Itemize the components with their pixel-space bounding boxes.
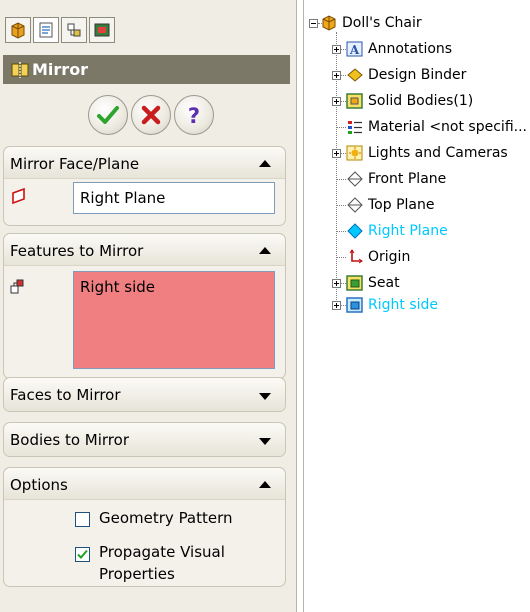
part-icon bbox=[320, 14, 338, 32]
plane-selection-icon bbox=[12, 187, 25, 205]
propagate-visual-checkbox[interactable] bbox=[75, 547, 90, 562]
mirror-feature-icon bbox=[11, 61, 29, 78]
group-features-to-mirror: Features to Mirror Right side bbox=[3, 233, 286, 379]
tree-expand-toggle[interactable] bbox=[332, 71, 341, 80]
tab-configuration-manager[interactable] bbox=[61, 17, 87, 43]
mirror-plane-value: Right Plane bbox=[80, 189, 166, 207]
features-selection-icon bbox=[10, 279, 24, 294]
collapse-arrow-icon[interactable] bbox=[259, 481, 271, 488]
features-list-box[interactable]: Right side bbox=[73, 271, 275, 369]
tree-item-lights-cameras[interactable]: Lights and Cameras bbox=[346, 142, 508, 164]
annotations-icon: A bbox=[346, 40, 364, 58]
group-header-features[interactable]: Features to Mirror bbox=[4, 234, 285, 265]
ok-icon bbox=[97, 106, 119, 124]
collapse-arrow-icon[interactable] bbox=[259, 160, 271, 167]
mirror-plane-field[interactable]: Right Plane bbox=[73, 182, 275, 214]
material-icon bbox=[346, 118, 364, 136]
extrude-icon bbox=[346, 296, 364, 314]
group-mirror-face-plane: Mirror Face/Plane Right Plane bbox=[3, 146, 286, 226]
extrude-icon bbox=[346, 274, 364, 292]
group-label: Bodies to Mirror bbox=[10, 431, 129, 449]
collapse-arrow-icon[interactable] bbox=[259, 247, 271, 254]
page-title: Mirror bbox=[32, 60, 89, 79]
group-label: Faces to Mirror bbox=[10, 386, 121, 404]
group-label: Features to Mirror bbox=[10, 242, 144, 260]
tree-item-right-plane[interactable]: Right Plane bbox=[346, 220, 448, 242]
tree-item-design-binder[interactable]: Design Binder bbox=[346, 64, 466, 86]
action-buttons: ? bbox=[0, 95, 296, 141]
group-options: Options Geometry Pattern Propagate Visua… bbox=[3, 467, 286, 587]
cancel-button[interactable] bbox=[131, 95, 171, 135]
group-header-options[interactable]: Options bbox=[4, 468, 285, 499]
tree-collapse-toggle[interactable] bbox=[309, 19, 318, 28]
geometry-pattern-checkbox[interactable] bbox=[75, 512, 90, 527]
group-header-mirror-face[interactable]: Mirror Face/Plane bbox=[4, 147, 285, 178]
tab-display-manager[interactable] bbox=[89, 17, 115, 43]
group-bodies-to-mirror: Bodies to Mirror bbox=[3, 422, 286, 457]
checkmark-icon bbox=[77, 549, 88, 559]
help-button[interactable]: ? bbox=[174, 95, 214, 135]
group-label: Mirror Face/Plane bbox=[10, 155, 140, 173]
tree-item-right-side[interactable]: Right side bbox=[346, 294, 438, 316]
tree-item-top-plane[interactable]: Top Plane bbox=[346, 194, 434, 216]
plane-icon bbox=[346, 196, 364, 214]
tree-root-label: Doll's Chair bbox=[342, 15, 422, 31]
group-label: Options bbox=[10, 476, 68, 494]
tree-item-front-plane[interactable]: Front Plane bbox=[346, 168, 446, 190]
svg-text:?: ? bbox=[188, 104, 200, 128]
expand-arrow-icon[interactable] bbox=[259, 438, 271, 445]
display-manager-icon bbox=[94, 23, 110, 37]
tree-expand-toggle[interactable] bbox=[332, 45, 341, 54]
tree-expand-toggle[interactable] bbox=[332, 301, 341, 310]
tree-expand-toggle[interactable] bbox=[332, 279, 341, 288]
group-header-bodies[interactable]: Bodies to Mirror bbox=[4, 423, 285, 456]
property-manager-title-bar: Mirror bbox=[3, 55, 290, 84]
propagate-visual-label-line2: Properties bbox=[99, 565, 175, 583]
design-binder-icon bbox=[346, 66, 364, 84]
plane-icon bbox=[346, 170, 364, 188]
group-faces-to-mirror: Faces to Mirror bbox=[3, 377, 286, 412]
tree-expand-toggle[interactable] bbox=[332, 97, 341, 106]
tree-expand-toggle[interactable] bbox=[332, 149, 341, 158]
group-header-faces[interactable]: Faces to Mirror bbox=[4, 378, 285, 411]
tab-feature-manager[interactable] bbox=[5, 17, 31, 43]
property-manager-panel: Mirror ? Mirror Face/Plane Right Plane F… bbox=[0, 0, 297, 612]
feature-manager-tree: Doll's Chair A Annotations Design Binder… bbox=[303, 0, 530, 612]
feature-list-item[interactable]: Right side bbox=[80, 278, 155, 296]
tree-item-origin[interactable]: Origin bbox=[346, 246, 410, 268]
expand-arrow-icon[interactable] bbox=[259, 393, 271, 400]
solid-bodies-icon bbox=[346, 92, 364, 110]
geometry-pattern-label: Geometry Pattern bbox=[99, 509, 233, 527]
lights-icon bbox=[346, 144, 364, 162]
plane-icon bbox=[346, 222, 364, 240]
svg-text:A: A bbox=[349, 43, 360, 57]
configuration-manager-icon bbox=[67, 23, 81, 37]
tree-item-material[interactable]: Material <not specifi... bbox=[346, 116, 527, 138]
tree-item-solid-bodies[interactable]: Solid Bodies(1) bbox=[346, 90, 473, 112]
property-manager-icon bbox=[39, 22, 53, 38]
tree-item-seat[interactable]: Seat bbox=[346, 272, 400, 294]
cancel-icon bbox=[141, 105, 161, 125]
tree-item-annotations[interactable]: A Annotations bbox=[346, 38, 452, 60]
propagate-visual-label-line1: Propagate Visual bbox=[99, 543, 225, 561]
origin-icon bbox=[346, 248, 364, 266]
feature-manager-icon bbox=[11, 22, 25, 39]
tab-property-manager[interactable] bbox=[33, 17, 59, 43]
ok-button[interactable] bbox=[88, 95, 128, 135]
tree-root[interactable]: Doll's Chair bbox=[320, 12, 422, 34]
help-icon: ? bbox=[188, 104, 200, 128]
